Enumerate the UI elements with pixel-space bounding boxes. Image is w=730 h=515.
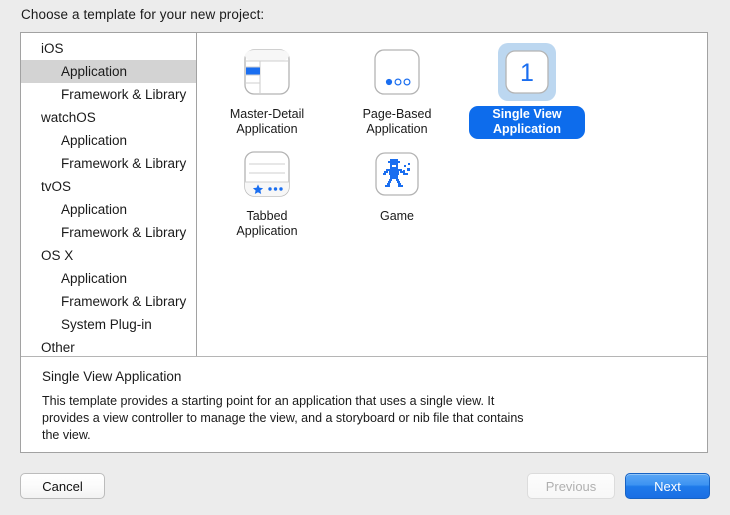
sidebar-item-label: Application	[61, 271, 127, 286]
sidebar-item-osx-framework-library[interactable]: Framework & Library	[21, 290, 196, 313]
sidebar-item-ios-application[interactable]: Application	[21, 60, 196, 83]
template-label: Game	[374, 208, 420, 226]
sidebar-item-other[interactable]: Other	[21, 336, 196, 356]
template-icon-container	[368, 43, 426, 101]
sidebar-item-watchos[interactable]: watchOS	[21, 106, 196, 129]
dialog-footer: Cancel Previous Next	[0, 470, 730, 515]
svg-text:1: 1	[520, 59, 534, 87]
sidebar-item-watchos-framework-library[interactable]: Framework & Library	[21, 152, 196, 175]
sidebar-item-label: Framework & Library	[61, 225, 186, 240]
template-tile-game[interactable]: Game	[337, 145, 457, 241]
sidebar-item-label: Other	[41, 340, 75, 355]
sidebar-item-label: watchOS	[41, 110, 96, 125]
single-view-icon: 1	[505, 50, 549, 94]
template-label: Single View Application	[469, 106, 585, 139]
template-icon-container	[368, 145, 426, 203]
sidebar-item-label: OS X	[41, 248, 73, 263]
template-tile-master-detail[interactable]: Master-Detail Application	[207, 43, 327, 139]
sidebar-item-label: Application	[61, 202, 127, 217]
previous-button[interactable]: Previous	[527, 473, 615, 499]
panel-upper-section: iOS Application Framework & Library watc…	[21, 33, 707, 357]
template-grid-area: Master-Detail Application	[197, 33, 707, 356]
template-grid: Master-Detail Application	[197, 43, 707, 247]
sidebar-item-label: iOS	[41, 41, 64, 56]
sidebar-item-tvos[interactable]: tvOS	[21, 175, 196, 198]
template-label: Master-Detail Application	[209, 106, 325, 139]
template-tile-single-view[interactable]: 1 Single View Application	[467, 43, 587, 139]
sidebar-item-osx-application[interactable]: Application	[21, 267, 196, 290]
cancel-button[interactable]: Cancel	[20, 473, 105, 499]
template-chooser-panel: iOS Application Framework & Library watc…	[20, 32, 708, 453]
sidebar-item-label: System Plug-in	[61, 317, 152, 332]
page-based-icon	[374, 49, 420, 95]
sidebar-item-osx-system-plugin[interactable]: System Plug-in	[21, 313, 196, 336]
sidebar-item-tvos-application[interactable]: Application	[21, 198, 196, 221]
next-button[interactable]: Next	[625, 473, 710, 499]
tabbed-icon	[244, 151, 290, 197]
sidebar-item-tvos-framework-library[interactable]: Framework & Library	[21, 221, 196, 244]
sidebar-item-label: Framework & Library	[61, 87, 186, 102]
template-tile-tabbed[interactable]: Tabbed Application	[207, 145, 327, 241]
sidebar-item-ios-framework-library[interactable]: Framework & Library	[21, 83, 196, 106]
sidebar-item-label: tvOS	[41, 179, 71, 194]
template-icon-container	[238, 145, 296, 203]
game-sprite-icon	[375, 152, 419, 196]
template-label: Page-Based Application	[339, 106, 455, 139]
sidebar-item-ios[interactable]: iOS	[21, 37, 196, 60]
master-detail-icon	[244, 49, 290, 95]
template-tile-page-based[interactable]: Page-Based Application	[337, 43, 457, 139]
template-icon-container: 1	[498, 43, 556, 101]
platform-category-sidebar[interactable]: iOS Application Framework & Library watc…	[21, 33, 197, 356]
sidebar-item-label: Framework & Library	[61, 294, 186, 309]
template-icon-container	[238, 43, 296, 101]
page-title: Choose a template for your new project:	[21, 7, 264, 22]
sidebar-item-label: Application	[61, 133, 127, 148]
template-label: Tabbed Application	[209, 208, 325, 241]
sidebar-item-watchos-application[interactable]: Application	[21, 129, 196, 152]
sidebar-item-label: Framework & Library	[61, 156, 186, 171]
sidebar-item-label: Application	[61, 64, 127, 79]
description-title: Single View Application	[42, 369, 687, 384]
description-body: This template provides a starting point …	[42, 393, 529, 444]
template-description-pane: Single View Application This template pr…	[21, 357, 707, 452]
sidebar-item-osx[interactable]: OS X	[21, 244, 196, 267]
